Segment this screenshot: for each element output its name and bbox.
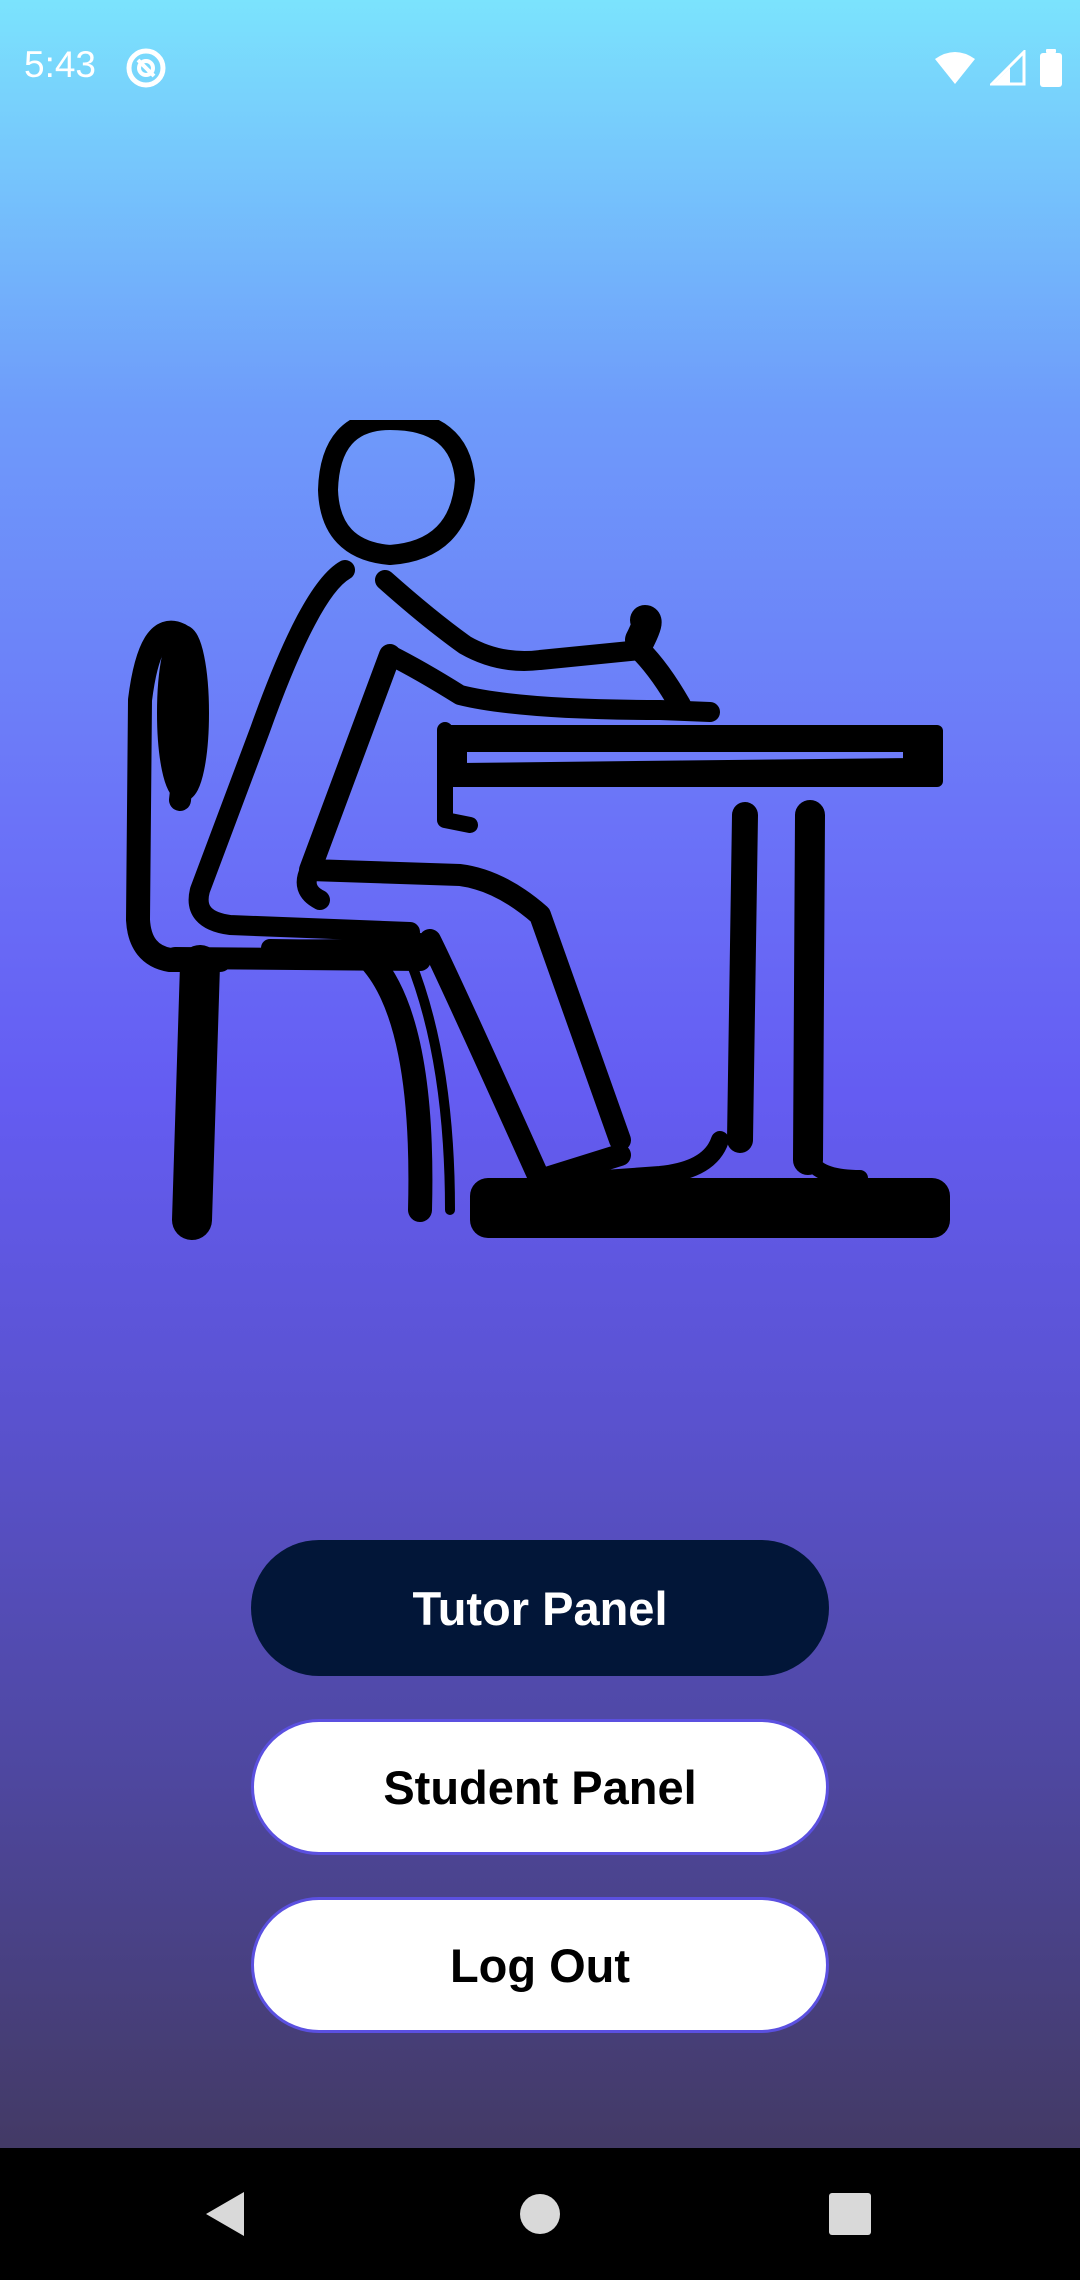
battery-icon [1040, 49, 1062, 87]
home-icon [520, 2194, 560, 2234]
back-button[interactable] [156, 2148, 296, 2280]
cell-signal-icon [990, 50, 1026, 86]
main-menu-screen: 5:43 Tutor Panel Student Panel Log Out [0, 0, 1080, 2280]
recents-button[interactable] [780, 2148, 920, 2280]
wifi-icon [935, 52, 975, 84]
tutor-panel-button[interactable]: Tutor Panel [251, 1540, 829, 1676]
recents-icon [829, 2193, 871, 2235]
student-at-desk-icon [126, 420, 950, 1240]
status-time: 5:43 [24, 44, 97, 85]
back-icon [206, 2192, 244, 2236]
student-panel-button[interactable]: Student Panel [251, 1719, 829, 1855]
status-icons [934, 46, 1062, 90]
log-out-button[interactable]: Log Out [251, 1897, 829, 2033]
status-bar: 5:43 [0, 0, 1080, 136]
home-button[interactable] [470, 2148, 610, 2280]
at-sign-icon [126, 48, 166, 88]
navigation-bar [0, 2148, 1080, 2280]
